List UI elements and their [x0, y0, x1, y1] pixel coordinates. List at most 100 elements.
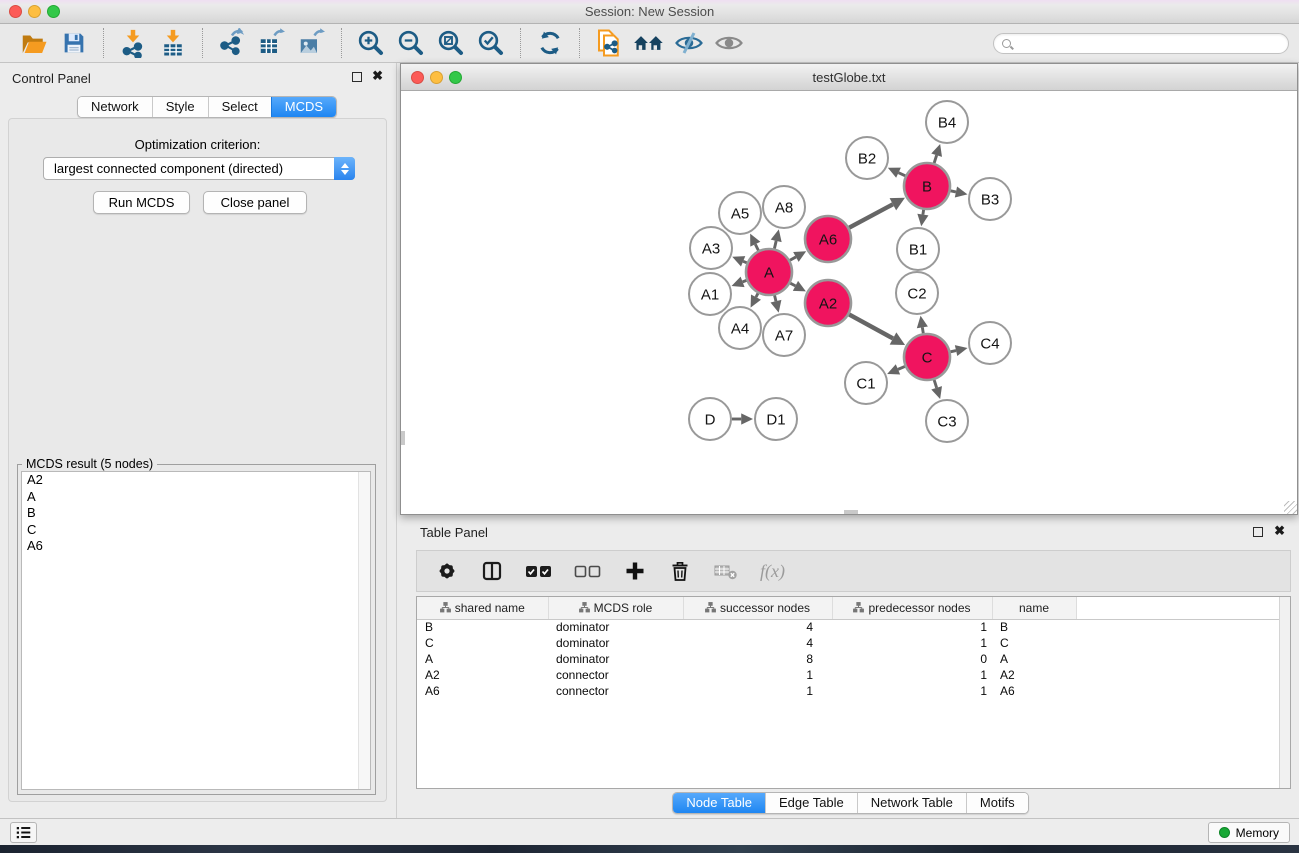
column-header-mcds-role[interactable]: MCDS role — [548, 597, 683, 619]
graph-edge[interactable] — [743, 280, 747, 281]
toggle-panel-split-button[interactable] — [480, 559, 504, 583]
export-network-button[interactable] — [212, 26, 252, 60]
run-mcds-button[interactable]: Run MCDS — [93, 191, 190, 214]
tab-network[interactable]: Network — [78, 97, 152, 117]
table-cell[interactable]: 1 — [683, 667, 832, 683]
tab-node-table[interactable]: Node Table — [673, 793, 765, 813]
table-row[interactable]: Cdominator41C — [417, 635, 1290, 651]
tab-mcds[interactable]: MCDS — [271, 97, 336, 117]
open-session-button[interactable] — [14, 26, 54, 60]
export-image-button[interactable] — [292, 26, 332, 60]
show-graphics-details-button[interactable] — [709, 26, 749, 60]
table-cell[interactable]: B — [417, 619, 548, 635]
zoom-selected-button[interactable] — [471, 26, 511, 60]
table-cell[interactable]: B — [992, 619, 1076, 635]
graph-edge[interactable] — [922, 327, 923, 333]
mcds-result-item[interactable]: B — [22, 505, 370, 522]
graph-edge[interactable] — [898, 366, 905, 369]
function-builder-button[interactable]: f(x) — [760, 561, 785, 582]
mcds-list-scrollbar[interactable] — [358, 472, 370, 789]
search-input[interactable] — [1016, 35, 1288, 52]
save-session-button[interactable] — [54, 26, 94, 60]
tab-edge-table[interactable]: Edge Table — [765, 793, 857, 813]
export-table-button[interactable] — [252, 26, 292, 60]
table-cell[interactable]: 4 — [683, 619, 832, 635]
import-network-button[interactable] — [113, 26, 153, 60]
zoom-fit-button[interactable] — [431, 26, 471, 60]
graph-edge[interactable] — [790, 257, 796, 260]
show-all-network-windows-button[interactable] — [629, 26, 669, 60]
table-cell[interactable]: C — [992, 635, 1076, 651]
table-cell[interactable]: 4 — [683, 635, 832, 651]
graph-edge[interactable] — [934, 380, 936, 388]
mcds-result-item[interactable]: A2 — [22, 472, 370, 489]
graph-edge[interactable] — [756, 293, 758, 297]
table-row[interactable]: Bdominator41B — [417, 619, 1290, 635]
table-cell[interactable]: connector — [548, 667, 683, 683]
refresh-view-button[interactable] — [530, 26, 570, 60]
column-header-shared-name[interactable]: shared name — [417, 597, 548, 619]
task-history-button[interactable] — [10, 822, 37, 843]
tab-motifs[interactable]: Motifs — [966, 793, 1028, 813]
table-cell[interactable]: 1 — [683, 683, 832, 699]
graph-edge[interactable] — [774, 241, 776, 249]
graph-edge[interactable] — [790, 283, 795, 286]
hide-graphics-details-button[interactable] — [669, 26, 709, 60]
float-panel-icon[interactable] — [352, 72, 362, 82]
create-new-column-button[interactable] — [623, 559, 647, 583]
table-cell[interactable]: A — [417, 651, 548, 667]
table-cell[interactable]: A6 — [417, 683, 548, 699]
close-panel-button[interactable]: Close panel — [203, 191, 307, 214]
table-cell[interactable]: 0 — [832, 651, 992, 667]
graph-edge[interactable] — [849, 204, 893, 227]
graph-edge[interactable] — [743, 261, 747, 263]
table-cell[interactable]: A2 — [417, 667, 548, 683]
table-cell[interactable]: 1 — [832, 667, 992, 683]
tab-select[interactable]: Select — [208, 97, 271, 117]
import-table-button[interactable] — [153, 26, 193, 60]
table-settings-button[interactable] — [435, 559, 459, 583]
graph-edge[interactable] — [849, 314, 893, 338]
table-close-icon[interactable]: ✖ — [1274, 523, 1285, 539]
zoom-out-button[interactable] — [391, 26, 431, 60]
delete-table-button[interactable] — [713, 561, 739, 581]
close-panel-icon[interactable]: ✖ — [372, 68, 383, 84]
memory-button[interactable]: Memory — [1208, 822, 1290, 843]
table-row[interactable]: Adominator80A — [417, 651, 1290, 667]
mcds-result-list[interactable]: A2ABCA6 — [21, 471, 371, 790]
table-float-icon[interactable] — [1253, 527, 1263, 537]
optimization-criterion-dropdown[interactable]: largest connected component (directed) — [43, 157, 355, 180]
delete-columns-button[interactable] — [668, 559, 692, 583]
graph-edge[interactable] — [775, 295, 776, 301]
mcds-result-item[interactable]: A — [22, 489, 370, 506]
table-cell[interactable]: dominator — [548, 635, 683, 651]
network-canvas[interactable]: AA1A2A3A4A5A6A7A8BB1B2B3B4CC1C2C3C4DD1 — [401, 91, 1297, 514]
table-cell[interactable]: 8 — [683, 651, 832, 667]
table-scrollbar[interactable] — [1279, 597, 1290, 788]
table-cell[interactable]: 1 — [832, 683, 992, 699]
tab-style[interactable]: Style — [152, 97, 208, 117]
table-cell[interactable]: dominator — [548, 651, 683, 667]
table-cell[interactable]: connector — [548, 683, 683, 699]
graph-edge[interactable] — [899, 173, 906, 176]
graph-edge[interactable] — [755, 244, 758, 250]
table-cell[interactable]: C — [417, 635, 548, 651]
column-header-successor-nodes[interactable]: successor nodes — [683, 597, 832, 619]
window-resize-grip[interactable] — [1284, 501, 1297, 514]
select-all-columns-button[interactable] — [525, 563, 553, 579]
table-cell[interactable]: A2 — [992, 667, 1076, 683]
graph-edge[interactable] — [934, 155, 936, 163]
column-header-predecessor-nodes[interactable]: predecessor nodes — [832, 597, 992, 619]
table-cell[interactable]: 1 — [832, 635, 992, 651]
table-cell[interactable]: A — [992, 651, 1076, 667]
graph-edge[interactable] — [950, 351, 956, 352]
network-graph[interactable]: AA1A2A3A4A5A6A7A8BB1B2B3B4CC1C2C3C4DD1 — [401, 91, 1297, 514]
network-window-titlebar[interactable]: testGlobe.txt — [401, 64, 1297, 91]
mcds-result-item[interactable]: A6 — [22, 538, 370, 555]
tab-network-table[interactable]: Network Table — [857, 793, 966, 813]
column-header-name[interactable]: name — [992, 597, 1076, 619]
copy-network-button[interactable] — [589, 26, 629, 60]
table-row[interactable]: A2connector11A2 — [417, 667, 1290, 683]
mcds-result-item[interactable]: C — [22, 522, 370, 539]
zoom-in-button[interactable] — [351, 26, 391, 60]
